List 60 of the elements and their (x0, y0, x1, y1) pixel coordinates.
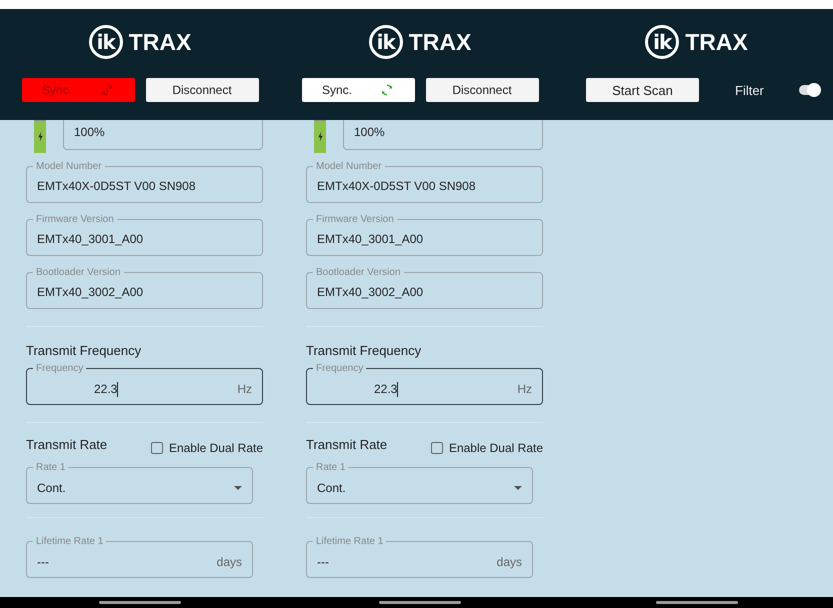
field-label: Model Number (35, 161, 103, 172)
frequency-field[interactable]: Frequency 22.3 Hz (26, 363, 263, 405)
section-title: Transmit Rate (306, 437, 388, 452)
field-label: Bootloader Version (315, 267, 402, 278)
dropdown-icon (514, 486, 522, 490)
checkbox-label: Enable Dual Rate (448, 441, 543, 455)
logo-text: TRAX (128, 28, 192, 56)
logo-text: TRAX (685, 28, 748, 56)
logo-mark: ik (645, 25, 680, 59)
field-value: --- (317, 554, 329, 571)
disconnect-button[interactable]: Disconnect (426, 78, 538, 102)
field-label: Firmware Version (35, 214, 115, 225)
dropdown-icon (234, 486, 242, 490)
field-value: EMTx40X-0D5ST V00 SN908 (37, 179, 196, 193)
field-label: Lifetime Rate 1 (315, 536, 384, 547)
unit-label: days (216, 555, 242, 569)
field-label: Rate 1 (35, 462, 66, 473)
field-value: Cont. (317, 480, 346, 497)
field-label: Lifetime Rate 1 (35, 536, 104, 547)
field-value: EMTx40_3001_A00 (317, 232, 424, 246)
sync-icon (380, 83, 394, 97)
field-value: 22.3 (374, 382, 398, 396)
field-label: Model Number (315, 161, 383, 172)
field-value: Cont. (37, 480, 66, 497)
rate-dropdown[interactable]: Rate 1 Cont. (306, 462, 533, 504)
logo-mark: ik (88, 25, 123, 59)
logo-text: TRAX (408, 28, 472, 56)
field-label: Rate 1 (315, 462, 346, 473)
filter-toggle[interactable] (798, 85, 819, 95)
section-title: Transmit Frequency (306, 343, 422, 358)
field-value: EMTx40X-0D5ST V00 SN908 (317, 179, 476, 193)
sync-icon (100, 83, 114, 97)
rate-dropdown[interactable]: Rate 1 Cont. (26, 462, 253, 504)
field-value: --- (37, 554, 49, 571)
field-value: EMTx40_3002_A00 (37, 285, 144, 299)
disconnect-button[interactable]: Disconnect (146, 78, 258, 102)
battery-icon (314, 120, 326, 153)
checkbox[interactable] (430, 442, 443, 454)
checkbox-label: Enable Dual Rate (168, 441, 263, 455)
checkbox[interactable] (150, 442, 163, 454)
field-label: Frequency (35, 363, 84, 374)
field-value: EMTx40_3002_A00 (317, 285, 424, 299)
start-scan-button[interactable]: Start Scan (586, 78, 699, 102)
field-value: 100% (74, 125, 105, 139)
frequency-field[interactable]: Frequency 22.3 Hz (306, 363, 543, 405)
battery-icon (34, 120, 46, 153)
unit-label: Hz (236, 382, 252, 396)
sync-button[interactable]: Sync. (302, 78, 414, 102)
field-value: 100% (354, 125, 385, 139)
section-title: Transmit Rate (26, 437, 108, 452)
field-label: Frequency (315, 363, 364, 374)
logo-mark: ik (368, 25, 403, 59)
field-label: Bootloader Version (35, 267, 122, 278)
unit-label: Hz (516, 382, 532, 396)
field-value: EMTx40_3001_A00 (37, 232, 144, 246)
section-title: Transmit Frequency (26, 343, 142, 358)
filter-label: Filter (735, 82, 764, 98)
field-value: 22.3 (94, 382, 118, 396)
field-label: Firmware Version (315, 214, 395, 225)
unit-label: days (496, 555, 522, 569)
